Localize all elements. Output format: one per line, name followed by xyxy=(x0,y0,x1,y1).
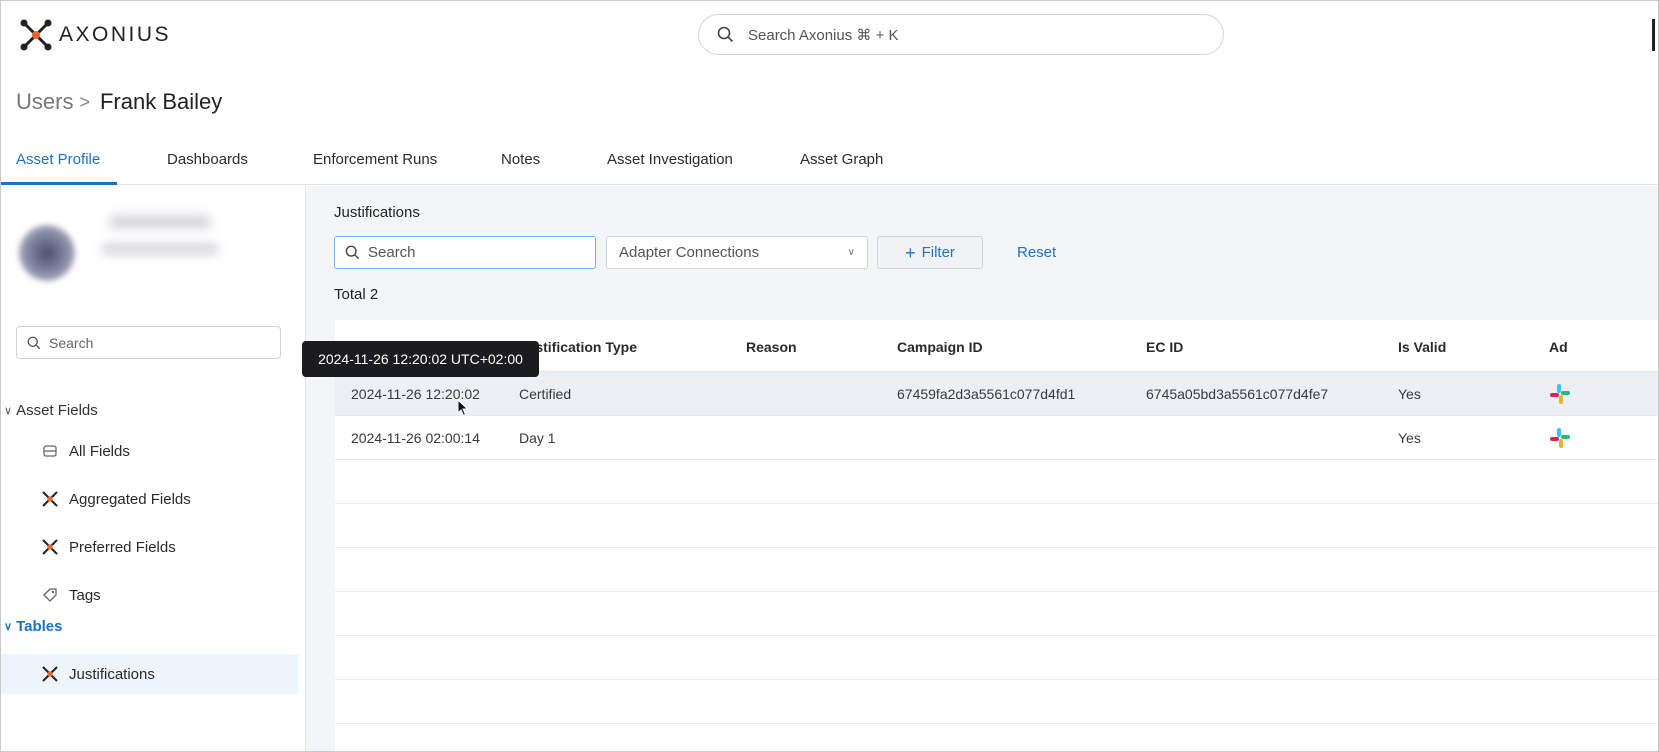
plus-icon: + xyxy=(905,242,916,263)
sidebar-item-justifications[interactable]: Justifications xyxy=(1,654,298,694)
sidebar-item-preferred-fields[interactable]: Preferred Fields xyxy=(1,527,298,567)
global-search-input[interactable]: Search Axonius ⌘ + K xyxy=(698,14,1224,55)
cell-justification-type: Certified xyxy=(519,386,572,402)
empty-table-row xyxy=(335,504,1658,548)
box-icon xyxy=(41,442,59,460)
filter-button[interactable]: + Filter xyxy=(877,236,983,269)
sidebar-item-all-fields[interactable]: All Fields xyxy=(1,431,298,471)
search-icon xyxy=(717,26,734,43)
axonius-icon xyxy=(41,490,59,508)
app-window: AXONIUS Search Axonius ⌘ + K Users > Fra… xyxy=(0,0,1659,752)
section-tables-label: Tables xyxy=(16,618,63,635)
tab-asset-investigation[interactable]: Asset Investigation xyxy=(607,151,733,168)
table-search-input[interactable]: Search xyxy=(334,236,596,269)
chevron-right-icon: > xyxy=(79,91,90,112)
column-header-reason[interactable]: Reason xyxy=(746,339,797,355)
section-asset-fields[interactable]: ∨ Asset Fields xyxy=(4,402,98,419)
column-header-campaign-id[interactable]: Campaign ID xyxy=(897,339,983,355)
empty-table-row xyxy=(335,680,1658,724)
axonius-logo-icon xyxy=(20,19,52,51)
sidebar-item-label: Justifications xyxy=(69,665,155,683)
chevron-down-icon: ∨ xyxy=(4,405,13,417)
cell-campaign-id: 67459fa2d3a5561c077d4fd1 xyxy=(897,386,1076,402)
date-tooltip: 2024-11-26 12:20:02 UTC+02:00 xyxy=(302,341,539,377)
page-title: Frank Bailey xyxy=(99,89,223,114)
blurred-user-name xyxy=(109,215,211,229)
adapter-connections-select[interactable]: Adapter Connections ∨ xyxy=(606,236,868,269)
tags-icon xyxy=(41,586,59,604)
reset-button[interactable]: Reset xyxy=(1017,244,1056,261)
table-row[interactable]: 2024-11-26 02:00:14 Day 1 Yes xyxy=(335,416,1658,460)
chevron-down-icon: ∨ xyxy=(4,621,13,633)
sidebar: Search ∨ Asset Fields All Fields Aggrega… xyxy=(1,185,306,751)
cell-is-valid: Yes xyxy=(1398,386,1421,402)
column-header-adapters[interactable]: Ad xyxy=(1549,339,1568,355)
sidebar-search-placeholder: Search xyxy=(49,334,94,351)
breadcrumb-users-link[interactable]: Users xyxy=(16,89,73,115)
justifications-table: Justification Type Reason Campaign ID EC… xyxy=(335,320,1658,751)
mouse-cursor-icon xyxy=(457,399,469,417)
search-icon xyxy=(345,245,360,260)
sidebar-item-label: Preferred Fields xyxy=(69,538,176,556)
empty-table-row xyxy=(335,636,1658,680)
tab-asset-profile[interactable]: Asset Profile xyxy=(16,151,100,168)
tab-dashboards[interactable]: Dashboards xyxy=(167,151,248,168)
section-asset-fields-label: Asset Fields xyxy=(16,402,98,419)
main-panel: Justifications Search Adapter Connection… xyxy=(306,186,1658,751)
axonius-icon xyxy=(41,538,59,556)
cell-date: 2024-11-26 02:00:14 xyxy=(351,430,480,446)
filter-button-label: Filter xyxy=(921,244,955,261)
chevron-down-icon: ∨ xyxy=(847,247,855,258)
section-tables[interactable]: ∨ Tables xyxy=(4,618,62,635)
table-row[interactable]: 2024-11-26 12:20:02 Certified 67459fa2d3… xyxy=(335,372,1658,416)
sidebar-item-tags[interactable]: Tags xyxy=(1,575,298,615)
tab-notes[interactable]: Notes xyxy=(501,151,540,168)
empty-table-row xyxy=(335,548,1658,592)
breadcrumb: Users > Frank Bailey xyxy=(16,89,222,115)
tab-bar: Asset Profile Dashboards Enforcement Run… xyxy=(1,147,1658,185)
sidebar-item-label: Tags xyxy=(69,586,101,604)
sidebar-search-input[interactable]: Search xyxy=(16,326,281,359)
axonius-icon xyxy=(41,665,59,683)
slack-icon xyxy=(1550,384,1570,404)
panel-title: Justifications xyxy=(334,204,420,221)
sidebar-item-label: Aggregated Fields xyxy=(69,490,191,508)
tab-enforcement-runs[interactable]: Enforcement Runs xyxy=(313,151,437,168)
logo-text: AXONIUS xyxy=(59,23,172,46)
column-header-ec-id[interactable]: EC ID xyxy=(1146,339,1183,355)
column-header-is-valid[interactable]: Is Valid xyxy=(1398,339,1446,355)
cell-ec-id: 6745a05bd3a5561c077d4fe7 xyxy=(1146,386,1329,402)
total-count: Total 2 xyxy=(334,286,379,303)
scroll-indicator xyxy=(1652,19,1655,51)
global-search-placeholder: Search Axonius ⌘ + K xyxy=(748,26,899,44)
table-search-placeholder: Search xyxy=(368,244,416,261)
empty-table-row xyxy=(335,592,1658,636)
adapter-connections-label: Adapter Connections xyxy=(619,244,760,261)
sidebar-item-label: All Fields xyxy=(69,442,130,460)
slack-icon xyxy=(1550,428,1570,448)
cell-justification-type: Day 1 xyxy=(519,430,556,446)
axonius-logo[interactable]: AXONIUS xyxy=(19,18,171,52)
blurred-user-detail xyxy=(101,243,219,255)
sidebar-item-aggregated-fields[interactable]: Aggregated Fields xyxy=(1,479,298,519)
search-icon xyxy=(27,336,41,349)
empty-table-row xyxy=(335,460,1658,504)
cell-is-valid: Yes xyxy=(1398,430,1421,446)
avatar xyxy=(19,225,75,281)
tab-asset-graph[interactable]: Asset Graph xyxy=(800,151,883,168)
